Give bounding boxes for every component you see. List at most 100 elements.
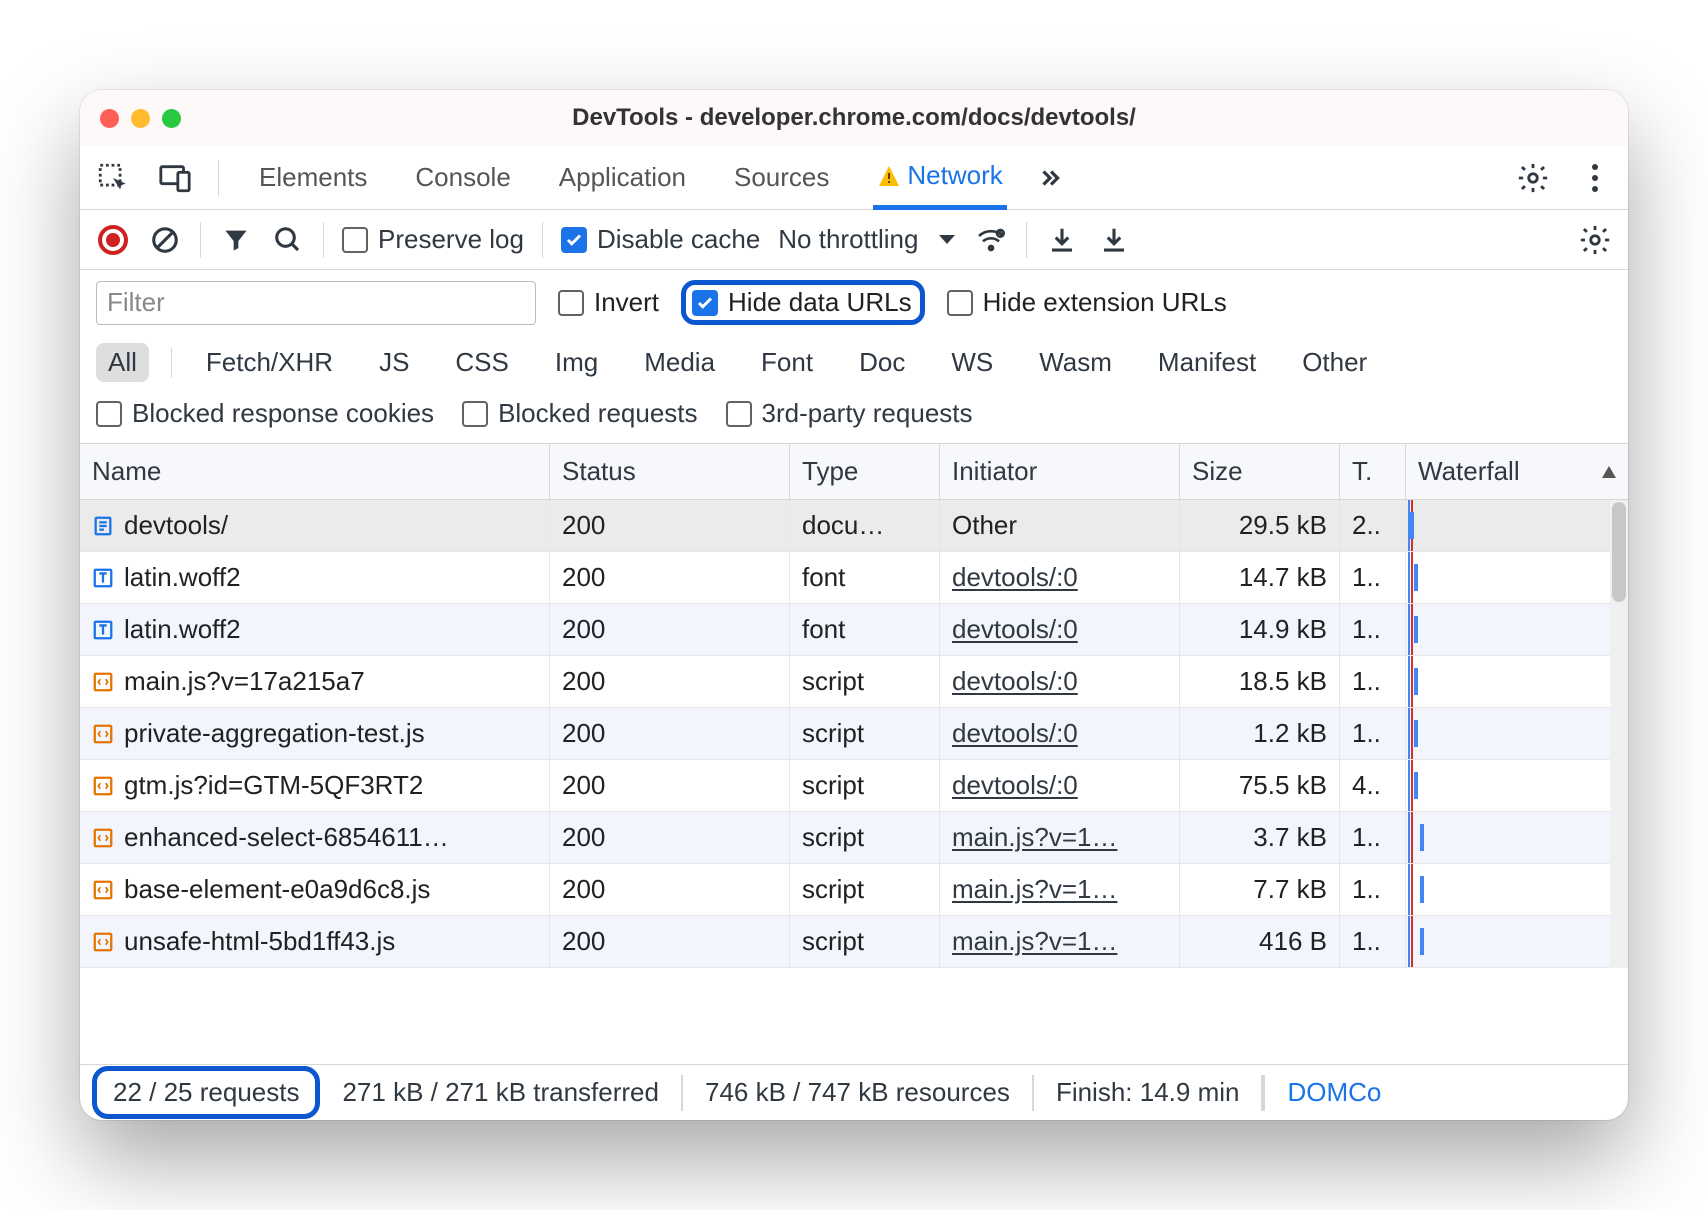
cell-initiator[interactable]: devtools/:0 xyxy=(940,708,1180,759)
table-row[interactable]: gtm.js?id=GTM-5QF3RT2200scriptdevtools/:… xyxy=(80,760,1628,812)
cell-size: 14.7 kB xyxy=(1180,552,1340,603)
type-font[interactable]: Font xyxy=(749,343,825,382)
hide-extension-urls-checkbox[interactable]: Hide extension URLs xyxy=(947,287,1227,318)
transferred: 271 kB / 271 kB transferred xyxy=(320,1075,683,1111)
cell-waterfall xyxy=(1406,500,1628,551)
more-tabs-icon[interactable] xyxy=(1031,159,1069,197)
hide-data-urls-checkbox[interactable]: Hide data URLs xyxy=(692,287,912,318)
table-row[interactable]: base-element-e0a9d6c8.js200scriptmain.js… xyxy=(80,864,1628,916)
cell-time: 1.. xyxy=(1340,864,1406,915)
cell-time: 1.. xyxy=(1340,708,1406,759)
col-name[interactable]: Name xyxy=(80,444,550,499)
cell-initiator[interactable]: devtools/:0 xyxy=(940,604,1180,655)
dropdown-icon xyxy=(938,234,956,246)
cell-name: enhanced-select-6854611… xyxy=(80,812,550,863)
export-har-icon[interactable] xyxy=(1045,223,1079,257)
cell-time: 2.. xyxy=(1340,500,1406,551)
settings-icon[interactable] xyxy=(1514,159,1552,197)
traffic-lights xyxy=(100,109,181,128)
cell-initiator[interactable]: devtools/:0 xyxy=(940,552,1180,603)
cell-initiator[interactable]: devtools/:0 xyxy=(940,656,1180,707)
cell-status: 200 xyxy=(550,708,790,759)
cell-status: 200 xyxy=(550,604,790,655)
filter-icon[interactable] xyxy=(219,223,253,257)
cell-status: 200 xyxy=(550,552,790,603)
cell-type: docu… xyxy=(790,500,940,551)
type-wasm[interactable]: Wasm xyxy=(1027,343,1124,382)
type-img[interactable]: Img xyxy=(543,343,610,382)
table-row[interactable]: unsafe-html-5bd1ff43.js200scriptmain.js?… xyxy=(80,916,1628,968)
separator xyxy=(323,222,324,258)
preserve-log-checkbox[interactable]: Preserve log xyxy=(342,224,524,255)
col-initiator[interactable]: Initiator xyxy=(940,444,1180,499)
kebab-menu-icon[interactable] xyxy=(1576,159,1614,197)
devtools-window: DevTools - developer.chrome.com/docs/dev… xyxy=(80,90,1628,1120)
col-size[interactable]: Size xyxy=(1180,444,1340,499)
cell-name: private-aggregation-test.js xyxy=(80,708,550,759)
tab-console[interactable]: Console xyxy=(411,146,514,210)
record-button[interactable] xyxy=(96,223,130,257)
minimize-button[interactable] xyxy=(131,109,150,128)
scrollbar[interactable] xyxy=(1610,500,1628,968)
table-row[interactable]: latin.woff2200fontdevtools/:014.7 kB1.. xyxy=(80,552,1628,604)
search-icon[interactable] xyxy=(271,223,305,257)
network-settings-icon[interactable] xyxy=(1578,223,1612,257)
type-fetch-xhr[interactable]: Fetch/XHR xyxy=(194,343,345,382)
type-media[interactable]: Media xyxy=(632,343,727,382)
type-doc[interactable]: Doc xyxy=(847,343,917,382)
cell-initiator[interactable]: main.js?v=1… xyxy=(940,864,1180,915)
table-row[interactable]: devtools/200docu…Other29.5 kB2.. xyxy=(80,500,1628,552)
table-row[interactable]: enhanced-select-6854611…200scriptmain.js… xyxy=(80,812,1628,864)
type-other[interactable]: Other xyxy=(1290,343,1379,382)
status-bar: 22 / 25 requests 271 kB / 271 kB transfe… xyxy=(80,1064,1628,1120)
filter-row: Filter Invert Hide data URLs Hide extens… xyxy=(80,270,1628,335)
cell-initiator[interactable]: main.js?v=1… xyxy=(940,916,1180,967)
cell-waterfall xyxy=(1406,656,1628,707)
inspect-icon[interactable] xyxy=(94,159,132,197)
cell-status: 200 xyxy=(550,812,790,863)
tab-elements[interactable]: Elements xyxy=(255,146,371,210)
clear-button[interactable] xyxy=(148,223,182,257)
cell-initiator[interactable]: devtools/:0 xyxy=(940,760,1180,811)
col-waterfall[interactable]: Waterfall xyxy=(1406,444,1628,499)
domcontent-link[interactable]: DOMCo xyxy=(1263,1075,1381,1111)
zoom-button[interactable] xyxy=(162,109,181,128)
cell-time: 1.. xyxy=(1340,552,1406,603)
cell-size: 7.7 kB xyxy=(1180,864,1340,915)
blocked-requests-checkbox[interactable]: Blocked requests xyxy=(462,398,697,429)
import-har-icon[interactable] xyxy=(1097,223,1131,257)
filter-input[interactable]: Filter xyxy=(96,281,536,325)
device-toggle-icon[interactable] xyxy=(156,159,194,197)
col-time[interactable]: T. xyxy=(1340,444,1406,499)
type-ws[interactable]: WS xyxy=(939,343,1005,382)
throttling-select[interactable]: No throttling xyxy=(778,224,956,255)
disable-cache-checkbox[interactable]: Disable cache xyxy=(561,224,760,255)
cell-status: 200 xyxy=(550,500,790,551)
third-party-label: 3rd-party requests xyxy=(762,398,973,429)
table-row[interactable]: latin.woff2200fontdevtools/:014.9 kB1.. xyxy=(80,604,1628,656)
type-all[interactable]: All xyxy=(96,343,149,382)
network-conditions-icon[interactable] xyxy=(974,223,1008,257)
table-row[interactable]: main.js?v=17a215a7200scriptdevtools/:018… xyxy=(80,656,1628,708)
type-css[interactable]: CSS xyxy=(443,343,520,382)
tab-sources[interactable]: Sources xyxy=(730,146,833,210)
hide-extension-urls-label: Hide extension URLs xyxy=(983,287,1227,318)
type-manifest[interactable]: Manifest xyxy=(1146,343,1268,382)
col-type[interactable]: Type xyxy=(790,444,940,499)
third-party-checkbox[interactable]: 3rd-party requests xyxy=(726,398,973,429)
type-js[interactable]: JS xyxy=(367,343,421,382)
col-status[interactable]: Status xyxy=(550,444,790,499)
cell-initiator[interactable]: main.js?v=1… xyxy=(940,812,1180,863)
table-row[interactable]: private-aggregation-test.js200scriptdevt… xyxy=(80,708,1628,760)
cell-name: main.js?v=17a215a7 xyxy=(80,656,550,707)
cell-time: 1.. xyxy=(1340,604,1406,655)
doc-icon xyxy=(92,515,114,537)
tab-network[interactable]: Network xyxy=(873,146,1006,210)
scroll-thumb[interactable] xyxy=(1612,502,1626,602)
preserve-log-label: Preserve log xyxy=(378,224,524,255)
tab-application[interactable]: Application xyxy=(555,146,690,210)
invert-checkbox[interactable]: Invert xyxy=(558,287,659,318)
font-icon xyxy=(92,619,114,641)
blocked-cookies-checkbox[interactable]: Blocked response cookies xyxy=(96,398,434,429)
close-button[interactable] xyxy=(100,109,119,128)
